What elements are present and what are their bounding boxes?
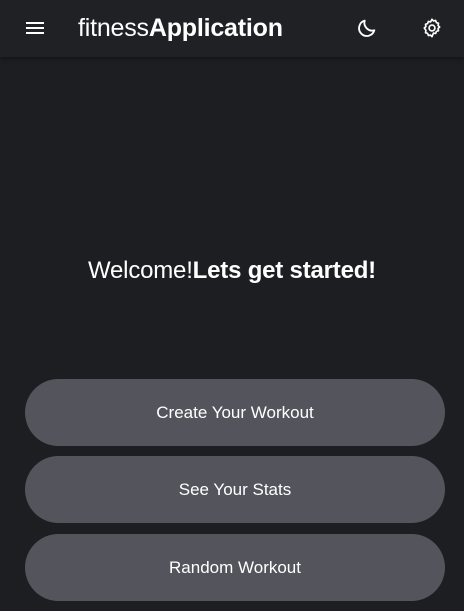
moon-icon bbox=[356, 17, 378, 39]
gear-icon bbox=[421, 17, 443, 39]
random-workout-button[interactable]: Random Workout bbox=[25, 534, 445, 601]
app-header: fitnessApplication bbox=[0, 0, 464, 57]
app-title-light: fitness bbox=[78, 14, 149, 42]
see-stats-button[interactable]: See Your Stats bbox=[25, 456, 445, 523]
settings-button[interactable] bbox=[414, 10, 450, 46]
menu-button[interactable] bbox=[17, 10, 53, 46]
app-title: fitnessApplication bbox=[78, 13, 283, 43]
theme-toggle-button[interactable] bbox=[349, 10, 385, 46]
welcome-subtext: Lets get started! bbox=[192, 257, 377, 284]
app-root: fitnessApplication Welcome!Lets get star… bbox=[0, 0, 464, 611]
app-title-bold: Application bbox=[148, 14, 283, 42]
hamburger-menu-icon bbox=[26, 21, 44, 35]
create-workout-button[interactable]: Create Your Workout bbox=[25, 379, 445, 446]
welcome-message: Welcome!Lets get started! bbox=[0, 256, 464, 286]
welcome-text: Welcome! bbox=[88, 257, 193, 284]
